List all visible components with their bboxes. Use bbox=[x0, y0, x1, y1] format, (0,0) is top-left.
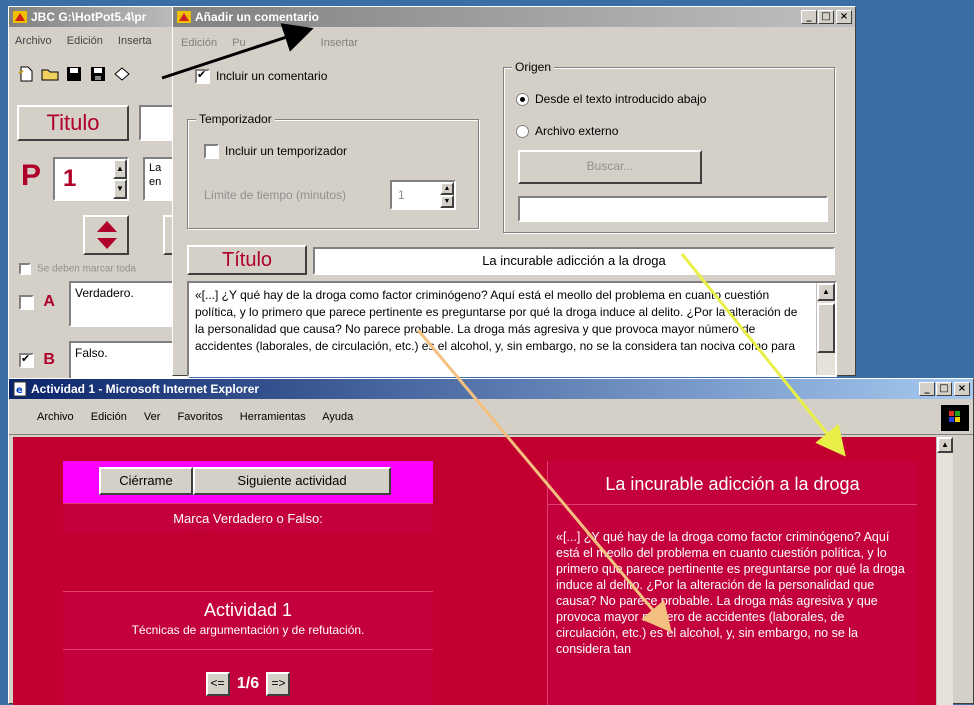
yellow-arrow bbox=[680, 253, 846, 457]
black-arrow bbox=[161, 23, 314, 80]
annotation-arrows bbox=[161, 23, 846, 633]
orange-arrow bbox=[416, 329, 672, 633]
